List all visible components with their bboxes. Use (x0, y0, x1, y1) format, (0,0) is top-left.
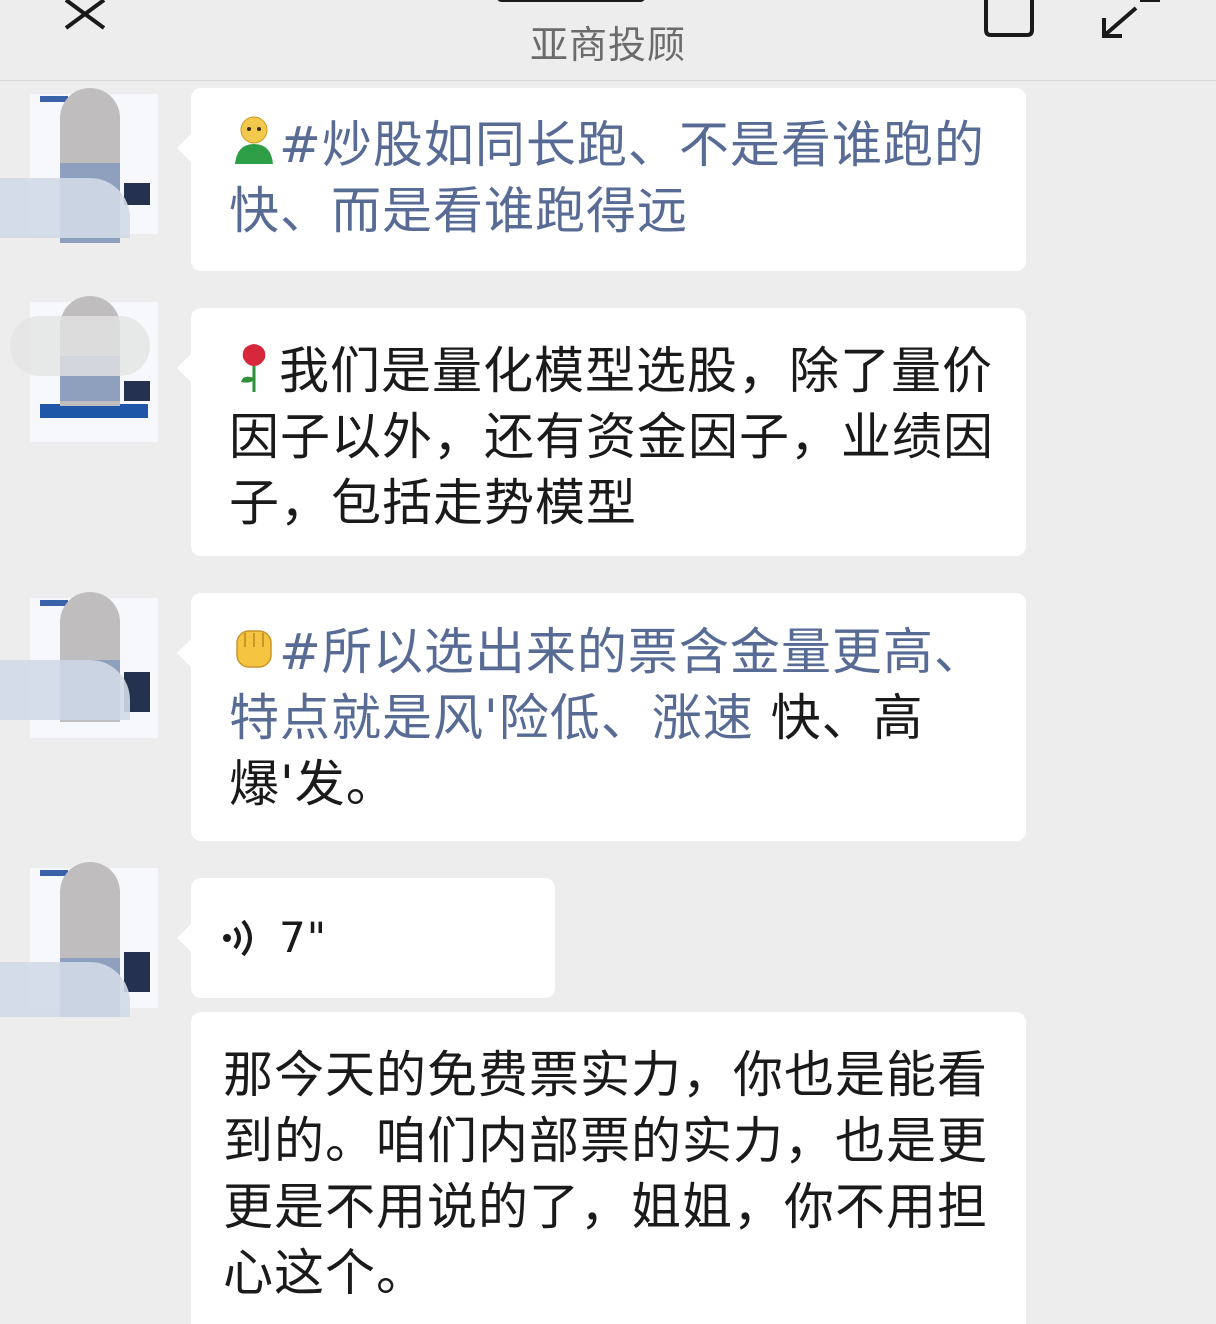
window-icon (984, 0, 1034, 37)
chat-title-partial (496, 0, 646, 2)
message-link-text[interactable]: #炒股如同长跑、不是看谁跑的快、而是看谁跑得远 (229, 116, 985, 240)
avatar-blur (0, 660, 130, 720)
voice-icon (223, 919, 252, 957)
avatar-blur (10, 316, 150, 376)
voice-message[interactable]: 7" (177, 878, 555, 998)
avatar[interactable] (0, 592, 160, 747)
voice-duration: 7" (279, 913, 328, 962)
fist-emoji-icon (236, 630, 272, 668)
bubble-tail (177, 924, 191, 952)
message-bubble[interactable]: #炒股如同长跑、不是看谁跑的快、而是看谁跑得远 (177, 88, 1026, 271)
message-bubble[interactable]: #所以选出来的票含金量更高、特点就是风'险低、涨速 快、高爆'发。 (177, 593, 1026, 841)
avatar-detail (124, 952, 150, 992)
rose-emoji-icon (241, 344, 266, 392)
avatar-banner (40, 404, 148, 418)
message-bubble[interactable]: 我们是量化模型选股，除了量价因子以外，还有资金因子，业绩因子，包括走势模型 (177, 308, 1026, 556)
message-text: 那今天的免费票实力，你也是能看到的。咱们内部票的实力，也是更更是不用说的了，姐姐… (223, 1046, 988, 1302)
avatar[interactable] (0, 296, 160, 451)
expand-button[interactable] (1094, 0, 1164, 40)
window-button[interactable] (980, 0, 1038, 38)
chat-header: 亚商投顾 (0, 0, 1216, 81)
bubble-tail (177, 134, 191, 162)
message-text: 我们是量化模型选股，除了量价因子以外，还有资金因子，业绩因子，包括走势模型 (229, 342, 994, 532)
avatar-detail (124, 381, 150, 401)
avatar-detail (124, 183, 150, 205)
user-emoji-icon (235, 116, 273, 164)
expand-icon (1102, 0, 1160, 38)
avatar-blur (0, 962, 130, 1017)
avatar[interactable] (0, 862, 160, 1017)
bubble-tail (177, 639, 191, 667)
avatar[interactable] (0, 88, 160, 243)
message-bubble[interactable]: 那今天的免费票实力，你也是能看到的。咱们内部票的实力，也是更更是不用说的了，姐姐… (191, 1012, 1026, 1324)
avatar-blur (0, 178, 130, 238)
bubble-tail (177, 354, 191, 382)
